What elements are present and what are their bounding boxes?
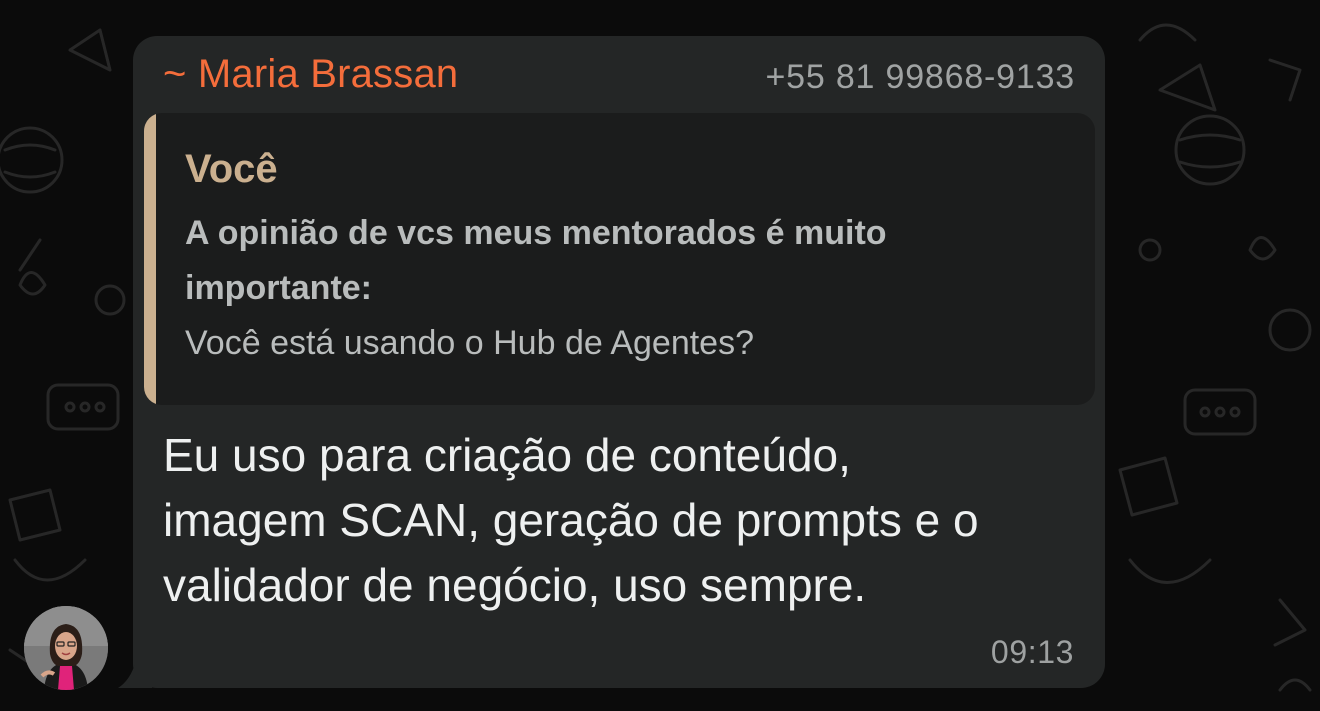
message-timestamp: 09:13	[990, 634, 1074, 670]
quoted-text-bold-line-2: importante:	[185, 269, 372, 307]
message-text-line-1: Eu uso para criação de conteúdo,	[163, 429, 851, 481]
quoted-author: Você	[185, 147, 278, 191]
message-body: Eu uso para criação de conteúdo, imagem …	[163, 423, 1083, 618]
avatar-photo-icon	[24, 606, 108, 690]
sender-name[interactable]: ~ Maria Brassan	[163, 52, 458, 97]
quote-accent-bar	[144, 113, 156, 405]
message-text-line-2: imagem SCAN, geração de prompts e o	[163, 494, 979, 546]
quoted-text-bold-line-1: A opinião de vcs meus mentorados é muito	[185, 214, 887, 252]
message-text-line-3: validador de negócio, uso sempre.	[163, 559, 867, 611]
quoted-message[interactable]: Você A opinião de vcs meus mentorados é …	[144, 113, 1095, 405]
bubble-tail	[118, 650, 152, 688]
sender-header: ~ Maria Brassan +55 81 99868-9133	[163, 52, 1075, 102]
quoted-text-line: Você está usando o Hub de Agentes?	[185, 324, 755, 362]
sender-phone-number[interactable]: +55 81 99868-9133	[766, 58, 1076, 97]
sender-avatar[interactable]	[24, 606, 108, 690]
